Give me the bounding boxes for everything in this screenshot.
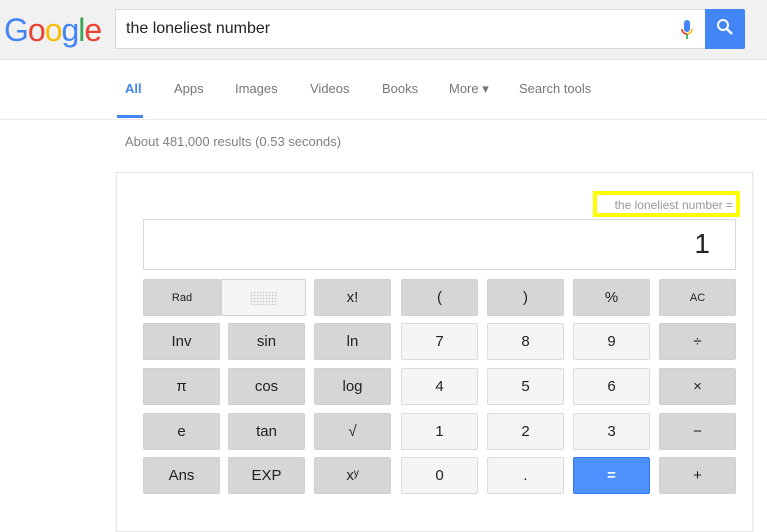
- calculator-display: 1: [143, 219, 736, 270]
- calc-key-ac[interactable]: AC: [659, 279, 736, 316]
- calc-key-ln[interactable]: ln: [314, 323, 391, 360]
- calc-key-minus[interactable]: −: [659, 413, 736, 450]
- calc-key-ans[interactable]: Ans: [143, 457, 220, 494]
- tab-all[interactable]: All: [125, 81, 142, 96]
- calc-key-0[interactable]: 0: [401, 457, 478, 494]
- calc-key-rad[interactable]: Rad: [143, 279, 221, 316]
- search-input[interactable]: [116, 10, 656, 48]
- tab-search-tools[interactable]: Search tools: [519, 81, 591, 96]
- calc-key-exp[interactable]: EXP: [228, 457, 305, 494]
- microphone-icon[interactable]: [681, 20, 693, 45]
- calc-key-6[interactable]: 6: [573, 368, 650, 405]
- calc-key-open-paren[interactable]: (: [401, 279, 478, 316]
- deg-label-blurred: [249, 290, 278, 305]
- calc-key-log[interactable]: log: [314, 368, 391, 405]
- calculator-expression: the loneliest number =: [593, 191, 740, 217]
- calc-key-sin[interactable]: sin: [228, 323, 305, 360]
- calc-key-percent[interactable]: %: [573, 279, 650, 316]
- calc-key-deg[interactable]: [221, 279, 306, 316]
- calc-key-5[interactable]: 5: [487, 368, 564, 405]
- search-box: [115, 9, 705, 49]
- google-logo[interactable]: Google: [4, 12, 102, 49]
- active-tab-indicator: [117, 115, 143, 118]
- header: Google: [0, 0, 767, 60]
- calc-key-4[interactable]: 4: [401, 368, 478, 405]
- search-icon: [716, 18, 734, 41]
- calc-key-2[interactable]: 2: [487, 413, 564, 450]
- tab-videos[interactable]: Videos: [310, 81, 350, 96]
- tab-images[interactable]: Images: [235, 81, 278, 96]
- result-stats: About 481,000 results (0.53 seconds): [125, 134, 342, 149]
- calc-key-sqrt[interactable]: √: [314, 413, 391, 450]
- calc-key-inv[interactable]: Inv: [143, 323, 220, 360]
- calc-key-1[interactable]: 1: [401, 413, 478, 450]
- calc-key-tan[interactable]: tan: [228, 413, 305, 450]
- calc-key-plus[interactable]: +: [659, 457, 736, 494]
- calc-key-factorial[interactable]: x!: [314, 279, 391, 316]
- calc-key-cos[interactable]: cos: [228, 368, 305, 405]
- calc-key-multiply[interactable]: ×: [659, 368, 736, 405]
- calc-key-pi[interactable]: π: [143, 368, 220, 405]
- calc-key-9[interactable]: 9: [573, 323, 650, 360]
- search-tabs: All Apps Images Videos Books More ▾ Sear…: [0, 60, 767, 120]
- calc-key-close-paren[interactable]: ): [487, 279, 564, 316]
- calc-key-7[interactable]: 7: [401, 323, 478, 360]
- calc-key-decimal[interactable]: .: [487, 457, 564, 494]
- calc-key-8[interactable]: 8: [487, 323, 564, 360]
- tab-more[interactable]: More ▾: [449, 81, 489, 97]
- search-button[interactable]: [705, 9, 745, 49]
- calc-key-power[interactable]: xʸ: [314, 457, 391, 494]
- tab-books[interactable]: Books: [382, 81, 418, 96]
- calc-key-e[interactable]: e: [143, 413, 220, 450]
- calc-key-divide[interactable]: ÷: [659, 323, 736, 360]
- calc-key-3[interactable]: 3: [573, 413, 650, 450]
- tab-apps[interactable]: Apps: [174, 81, 204, 96]
- calc-key-equals[interactable]: =: [573, 457, 650, 494]
